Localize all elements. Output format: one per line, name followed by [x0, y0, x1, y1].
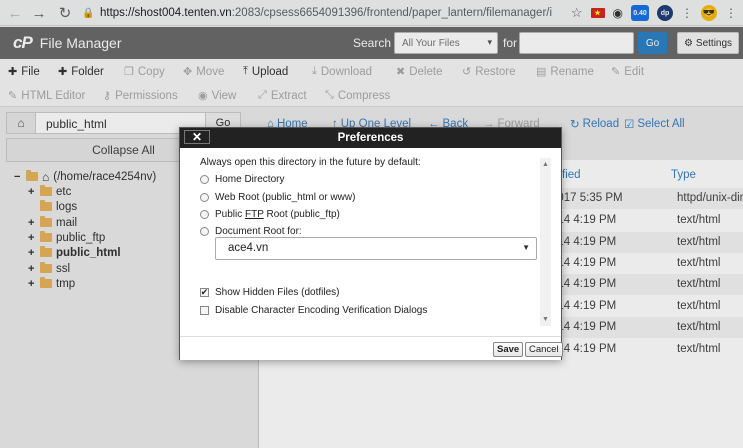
scroll-up-icon[interactable]: ▲: [541, 160, 550, 169]
scroll-down-icon[interactable]: ▼: [541, 315, 550, 324]
radio-label: Web Root (public_html or www): [215, 192, 356, 203]
radio-button[interactable]: [200, 210, 209, 219]
checkbox-show-hidden-files[interactable]: ✔ Show Hidden Files (dotfiles): [200, 287, 340, 298]
checkbox-label: Disable Character Encoding Verification …: [215, 305, 428, 316]
checkbox-disable-encoding[interactable]: Disable Character Encoding Verification …: [200, 305, 427, 316]
dialog-title: Preferences: [337, 132, 404, 144]
ftp-suffix: Root (public_ftp): [263, 209, 340, 220]
ftp-prefix: Public: [215, 209, 246, 220]
radio-web-root[interactable]: Web Root (public_html or www): [200, 192, 355, 203]
radio-public-ftp-root[interactable]: Public FTP Root (public_ftp): [200, 209, 340, 220]
close-button[interactable]: ✕: [184, 130, 210, 144]
save-button[interactable]: Save: [493, 342, 524, 357]
dialog-body: Always open this directory in the future…: [180, 148, 561, 328]
dialog-scrollbar[interactable]: ▲ ▼: [540, 158, 551, 326]
default-dir-intro: Always open this directory in the future…: [200, 157, 421, 168]
caret-down-icon: ▼: [522, 243, 530, 252]
cancel-button[interactable]: Cancel: [525, 342, 563, 357]
ftp-abbr: FTP: [245, 209, 264, 220]
preferences-dialog: ✕ Preferences Always open this directory…: [179, 127, 563, 360]
document-root-value: ace4.vn: [228, 242, 269, 254]
checkbox-label: Show Hidden Files (dotfiles): [215, 287, 340, 298]
radio-button[interactable]: [200, 227, 209, 236]
checkbox-unchecked[interactable]: [200, 306, 209, 315]
radio-button[interactable]: [200, 175, 209, 184]
checkbox-checked[interactable]: ✔: [200, 288, 209, 297]
radio-button[interactable]: [200, 193, 209, 202]
radio-document-root[interactable]: Document Root for:: [200, 226, 302, 237]
radio-label: Public FTP Root (public_ftp): [215, 209, 340, 220]
close-icon: ✕: [191, 130, 203, 144]
radio-home-directory[interactable]: Home Directory: [200, 174, 284, 185]
radio-label: Document Root for:: [215, 226, 302, 237]
document-root-select[interactable]: ace4.vn ▼: [215, 237, 537, 260]
dialog-footer: Save Cancel: [180, 336, 563, 360]
radio-label: Home Directory: [215, 174, 285, 185]
dialog-title-bar: ✕ Preferences: [180, 128, 561, 148]
